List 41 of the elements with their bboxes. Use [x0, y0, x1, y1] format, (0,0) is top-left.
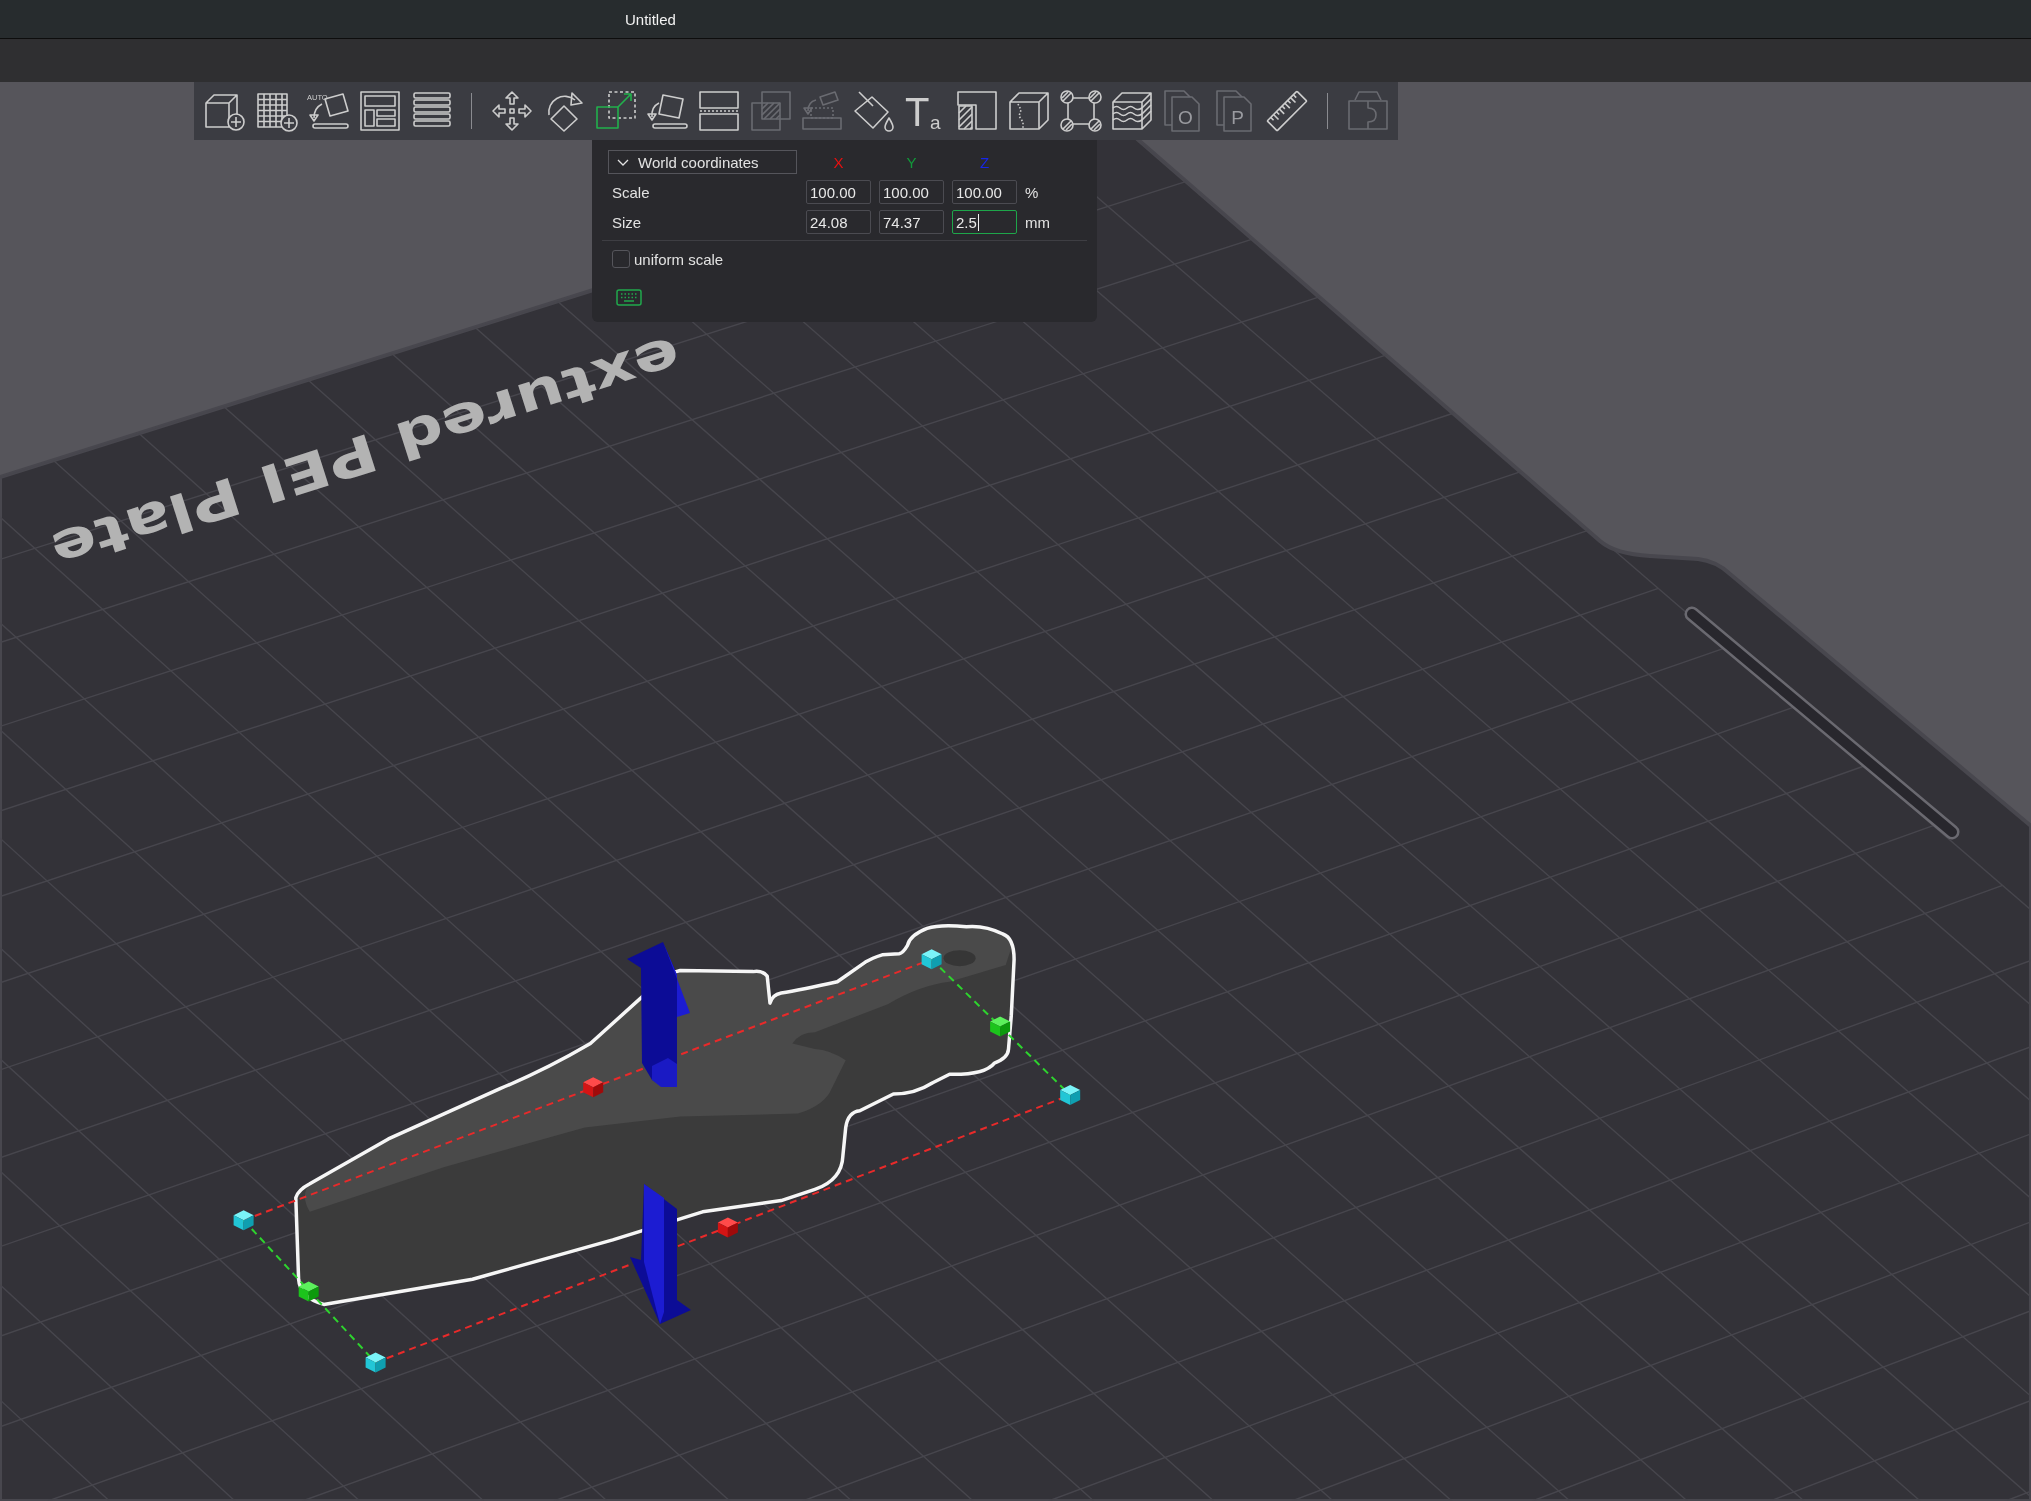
coordinate-dropdown[interactable]: World coordinates: [608, 150, 797, 174]
ruler-icon[interactable]: [1265, 89, 1310, 133]
hole: [943, 950, 976, 967]
hatched-corner-icon[interactable]: [955, 89, 1000, 133]
checkbox[interactable]: [612, 250, 630, 268]
keyboard-icon[interactable]: [616, 289, 642, 306]
layout-icon[interactable]: [358, 89, 403, 133]
number-field[interactable]: 74.37: [879, 210, 944, 234]
unit-label: %: [1025, 183, 1040, 201]
corner-handle[interactable]: [365, 1352, 386, 1373]
axis-label: Z: [978, 153, 991, 171]
number-field[interactable]: 100.00: [952, 180, 1017, 204]
wavy-cube-icon[interactable]: [1110, 89, 1155, 133]
paint-bucket-icon[interactable]: [851, 89, 896, 133]
square-corners-icon[interactable]: [1058, 89, 1103, 133]
number-field[interactable]: 24.08: [806, 210, 871, 234]
arrow-handle[interactable]: [627, 942, 690, 1087]
number-field[interactable]: 2.5: [952, 210, 1017, 234]
corner-handle[interactable]: [921, 949, 942, 970]
cracked-cube-icon[interactable]: [1007, 89, 1051, 133]
window-title: Untitled: [625, 10, 676, 28]
number-field[interactable]: 100.00: [806, 180, 871, 204]
row-label: Scale: [611, 183, 651, 201]
edge-handle[interactable]: [298, 1281, 319, 1302]
text-cursor-icon: [977, 213, 979, 231]
edge-handle[interactable]: [583, 1077, 604, 1098]
arrow-handle[interactable]: [630, 1184, 691, 1324]
axis-label: Y: [905, 153, 918, 171]
move-icon[interactable]: [490, 89, 535, 133]
unit-label: mm: [1025, 213, 1051, 231]
checkbox-label: uniform scale: [634, 250, 724, 268]
corner-handle[interactable]: [1060, 1085, 1081, 1106]
edge-handle[interactable]: [717, 1217, 738, 1238]
axis-label: X: [832, 153, 845, 171]
chevron-down-icon: [617, 158, 629, 166]
row-label: Size: [611, 213, 643, 231]
edge-handle[interactable]: [990, 1016, 1011, 1037]
corner-handle[interactable]: [233, 1210, 254, 1231]
split-rectangles-icon[interactable]: [696, 89, 741, 133]
text-icon[interactable]: Ta: [903, 89, 948, 133]
number-field[interactable]: 100.00: [879, 180, 944, 204]
